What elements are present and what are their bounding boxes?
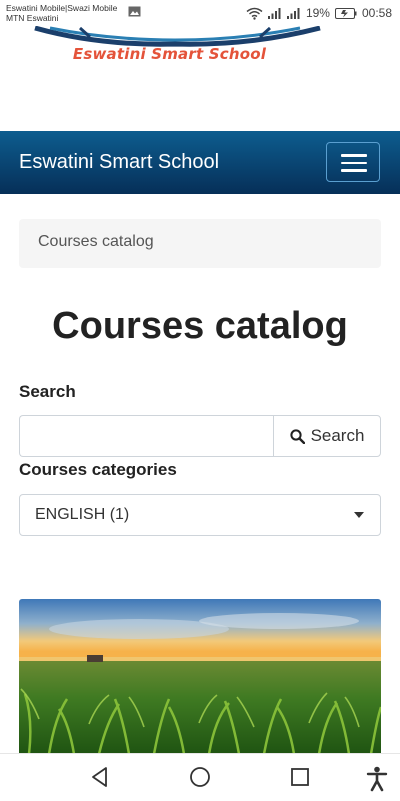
wifi-icon	[246, 7, 263, 20]
categories-select[interactable]: ENGLISH (1)	[19, 494, 381, 536]
categories-selected-value: ENGLISH (1)	[35, 506, 130, 523]
categories-label: Courses categories	[19, 460, 177, 479]
search-input[interactable]	[19, 415, 274, 457]
logo-text: Eswatini Smart School	[72, 45, 267, 63]
status-bar: Eswatini Mobile|Swazi Mobile MTN Eswatin…	[0, 0, 400, 26]
recents-icon[interactable]	[290, 766, 310, 788]
hamburger-icon-bar	[341, 161, 367, 164]
cornfield-sunset-image	[19, 599, 381, 754]
navbar-brand[interactable]: Eswatini Smart School	[19, 151, 219, 174]
breadcrumb-item[interactable]: Courses catalog	[38, 233, 154, 250]
search-label: Search	[19, 382, 76, 401]
hamburger-icon-bar	[341, 169, 367, 172]
battery-charging-icon	[334, 7, 357, 19]
signal-icon-1	[267, 8, 281, 19]
image-notification-icon	[128, 6, 141, 17]
chevron-down-icon	[354, 512, 364, 518]
logo-area: Eswatini Smart School	[0, 26, 400, 131]
search-button[interactable]: Search	[273, 415, 381, 457]
status-icons: 19% 00:58	[246, 6, 392, 20]
hamburger-icon	[341, 154, 367, 157]
signal-icon-2	[286, 8, 300, 19]
course-card-image[interactable]	[19, 599, 381, 754]
back-icon[interactable]	[90, 766, 110, 788]
breadcrumb: Courses catalog	[19, 219, 381, 268]
clock: 00:58	[361, 6, 392, 20]
carrier-name: Eswatini Mobile|Swazi Mobile MTN Eswatin…	[6, 3, 118, 23]
system-navigation-bar	[0, 753, 400, 801]
search-button-label: Search	[310, 426, 365, 445]
battery-percent: 19%	[305, 6, 330, 20]
menu-toggle-button[interactable]	[326, 142, 380, 182]
home-icon[interactable]	[189, 766, 211, 788]
page-title: Courses catalog	[52, 305, 348, 347]
search-icon	[289, 428, 305, 444]
accessibility-icon[interactable]	[366, 766, 388, 792]
